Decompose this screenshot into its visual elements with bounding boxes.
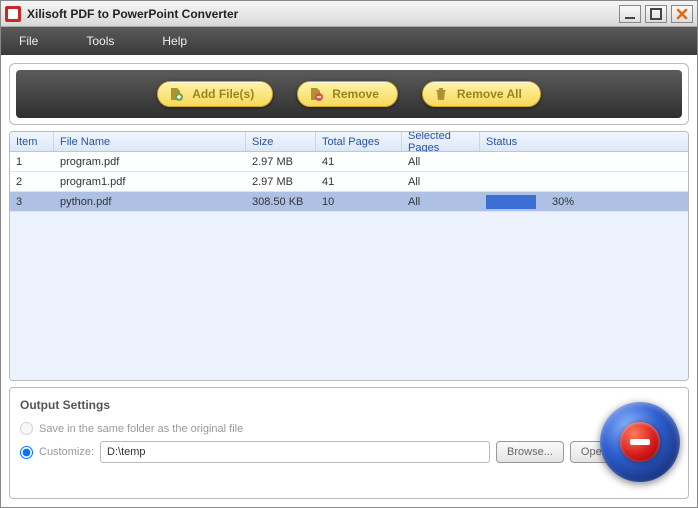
table-row[interactable]: 3 python.pdf 308.50 KB 10 All 30% [10,192,688,212]
close-button[interactable] [671,5,693,23]
cell-item: 2 [10,172,54,191]
trash-icon [433,86,449,102]
close-icon [675,7,689,21]
cell-total-pages: 41 [316,152,402,171]
table-row[interactable]: 2 program1.pdf 2.97 MB 41 All [10,172,688,192]
content-area: Add File(s) Remove Remove All It [1,55,697,507]
remove-all-label: Remove All [457,87,522,101]
toolbar: Add File(s) Remove Remove All [16,70,682,118]
col-size[interactable]: Size [246,132,316,151]
progress-text: 30% [552,196,574,208]
convert-button[interactable] [600,402,680,482]
app-icon [5,6,21,22]
cell-total-pages: 41 [316,172,402,191]
same-folder-radio[interactable] [20,422,33,435]
maximize-icon [649,7,663,21]
cell-status: 30% [480,192,688,211]
table-body: 1 program.pdf 2.97 MB 41 All 2 program1.… [10,152,688,380]
col-status[interactable]: Status [480,132,688,151]
add-file-icon [168,86,184,102]
file-table: Item File Name Size Total Pages Selected… [9,131,689,381]
window-title: Xilisoft PDF to PowerPoint Converter [27,7,619,21]
remove-file-icon [308,86,324,102]
add-files-button[interactable]: Add File(s) [157,81,273,107]
cell-selected-pages: All [402,152,480,171]
cell-file-name: program.pdf [54,152,246,171]
same-folder-option[interactable]: Save in the same folder as the original … [20,422,678,435]
minimize-icon [623,7,637,21]
cell-size: 2.97 MB [246,172,316,191]
cell-status [480,172,688,191]
cell-file-name: program1.pdf [54,172,246,191]
cell-file-name: python.pdf [54,192,246,211]
window-controls [619,5,693,23]
cell-item: 3 [10,192,54,211]
add-files-label: Add File(s) [192,87,254,101]
progress-bar [486,195,536,209]
toolbar-panel: Add File(s) Remove Remove All [9,63,689,125]
col-item[interactable]: Item [10,132,54,151]
menubar: File Tools Help [1,27,697,55]
menu-file[interactable]: File [19,34,38,48]
maximize-button[interactable] [645,5,667,23]
cell-size: 2.97 MB [246,152,316,171]
output-settings-title: Output Settings [20,398,678,412]
menu-tools[interactable]: Tools [86,34,114,48]
cell-selected-pages: All [402,172,480,191]
customize-radio[interactable] [20,446,33,459]
col-file-name[interactable]: File Name [54,132,246,151]
remove-label: Remove [332,87,379,101]
customize-label: Customize: [39,446,94,458]
col-selected-pages[interactable]: Selected Pages [402,132,480,151]
same-folder-label: Save in the same folder as the original … [39,423,243,435]
cell-selected-pages: All [402,192,480,211]
cell-total-pages: 10 [316,192,402,211]
table-header: Item File Name Size Total Pages Selected… [10,132,688,152]
stop-icon [620,422,660,462]
cell-status [480,152,688,171]
app-window: Xilisoft PDF to PowerPoint Converter Fil… [0,0,698,508]
cell-item: 1 [10,152,54,171]
remove-button[interactable]: Remove [297,81,398,107]
remove-all-button[interactable]: Remove All [422,81,541,107]
output-settings-panel: Output Settings Save in the same folder … [9,387,689,499]
titlebar: Xilisoft PDF to PowerPoint Converter [1,1,697,27]
customize-option[interactable]: Customize: Browse... Open [20,441,678,463]
cell-size: 308.50 KB [246,192,316,211]
table-row[interactable]: 1 program.pdf 2.97 MB 41 All [10,152,688,172]
col-total-pages[interactable]: Total Pages [316,132,402,151]
menu-help[interactable]: Help [162,34,187,48]
minimize-button[interactable] [619,5,641,23]
browse-button[interactable]: Browse... [496,441,564,463]
output-path-input[interactable] [100,441,490,463]
